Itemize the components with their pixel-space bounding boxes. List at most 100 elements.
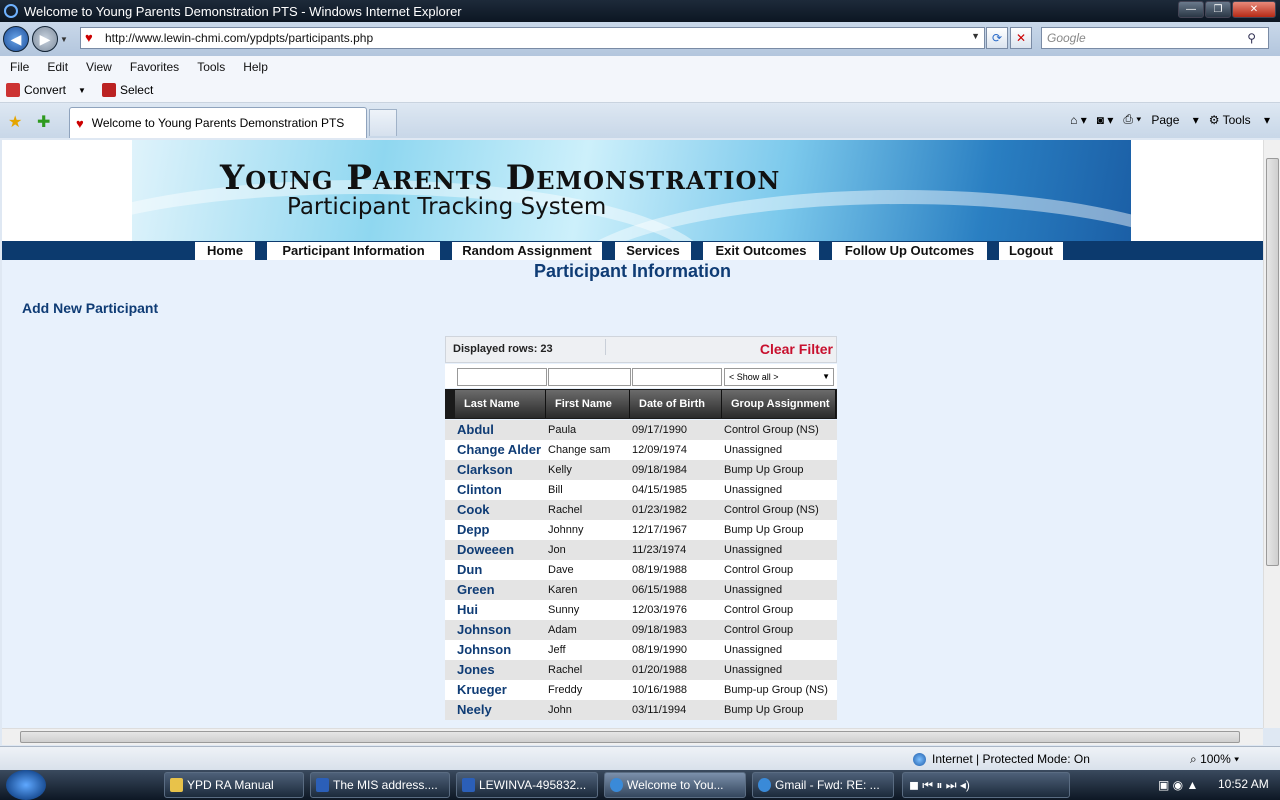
menu-tools[interactable]: Tools <box>187 60 233 74</box>
participant-last-name-link[interactable]: Johnson <box>457 620 511 640</box>
convert-dropdown-icon[interactable]: ▼ <box>78 86 86 95</box>
table-row[interactable]: Green Karen 06/15/1988 Unassigned <box>445 580 837 600</box>
participant-last-name-link[interactable]: Abdul <box>457 420 494 440</box>
participant-last-name-link[interactable]: Johnson <box>457 640 511 660</box>
taskbar-item-lewinva[interactable]: LEWINVA-495832... <box>456 772 598 798</box>
participant-group: Control Group (NS) <box>724 504 819 516</box>
participant-group: Bump Up Group <box>724 704 804 716</box>
media-player-controls[interactable]: ◼ ⏮ ⏸ ⏭ ◂) <box>902 772 1070 798</box>
table-row[interactable]: Krueger Freddy 10/16/1988 Bump-up Group (NS… <box>445 680 837 700</box>
participant-last-name-link[interactable]: Doweeen <box>457 540 514 560</box>
dob-filter[interactable] <box>632 368 722 386</box>
home-icon[interactable]: ⌂ ▾ <box>1070 113 1087 127</box>
participant-first-name: Paula <box>548 424 577 436</box>
horizontal-scroll-thumb[interactable] <box>20 731 1240 743</box>
table-row[interactable]: Abdul Paula 09/17/1990 Control Group (NS) <box>445 420 837 440</box>
convert-button[interactable]: Convert ▼ <box>6 83 86 97</box>
column-header-group-assignment[interactable]: Group Assignment <box>722 390 836 418</box>
tab-active[interactable]: ♥ Welcome to Young Parents Demonstration… <box>69 107 367 138</box>
vertical-scrollbar[interactable] <box>1263 140 1280 728</box>
maximize-button[interactable]: ❐ <box>1205 1 1231 18</box>
tab-title: Welcome to Young Parents Demonstration P… <box>91 116 345 130</box>
back-button[interactable]: ◀ <box>3 26 29 52</box>
table-row[interactable]: Dun Dave 08/19/1988 Control Group <box>445 560 837 580</box>
table-row[interactable]: Clarkson Kelly 09/18/1984 Bump Up Group <box>445 460 837 480</box>
vertical-scroll-thumb[interactable] <box>1266 158 1279 566</box>
minimize-button[interactable]: — <box>1178 1 1204 18</box>
history-dropdown-icon[interactable]: ▼ <box>58 35 70 44</box>
participant-last-name-link[interactable]: Jones <box>457 660 495 680</box>
nav-home[interactable]: Home <box>195 242 255 260</box>
menu-help[interactable]: Help <box>233 60 276 74</box>
start-button[interactable] <box>6 770 46 800</box>
column-header-first-name[interactable]: First Name <box>546 390 630 418</box>
new-tab-button[interactable] <box>369 109 397 136</box>
participant-last-name-link[interactable]: Dun <box>457 560 482 580</box>
participant-group: Control Group <box>724 604 794 616</box>
table-row[interactable]: Hui Sunny 12/03/1976 Control Group <box>445 600 837 620</box>
last-name-filter[interactable] <box>457 368 547 386</box>
menu-edit[interactable]: Edit <box>37 60 76 74</box>
nav-follow-up-outcomes[interactable]: Follow Up Outcomes <box>832 242 987 260</box>
search-input[interactable]: Google ⚲ <box>1041 27 1269 49</box>
add-new-participant-link[interactable]: Add New Participant <box>22 300 158 316</box>
table-row[interactable]: Change Alder Change sam 12/09/1974 Unassign… <box>445 440 837 460</box>
nav-participant-information[interactable]: Participant Information <box>267 242 440 260</box>
print-icon[interactable]: ⎙ ▾ <box>1123 112 1141 127</box>
taskbar-item-gmail[interactable]: Gmail - Fwd: RE: ... <box>752 772 894 798</box>
clear-filter-link[interactable]: Clear Filter <box>760 341 833 357</box>
first-name-filter[interactable] <box>548 368 631 386</box>
table-row[interactable]: Depp Johnny 12/17/1967 Bump Up Group <box>445 520 837 540</box>
nav-random-assignment[interactable]: Random Assignment <box>452 242 602 260</box>
taskbar-item-mis-address[interactable]: The MIS address.... <box>310 772 450 798</box>
address-field[interactable]: ♥ http://www.lewin-chmi.com/ypdpts/parti… <box>80 27 985 49</box>
page-menu[interactable]: Page ▾ <box>1151 113 1198 127</box>
participant-last-name-link[interactable]: Green <box>457 580 495 600</box>
column-header-date-of-birth[interactable]: Date of Birth <box>630 390 722 418</box>
security-zone[interactable]: Internet | Protected Mode: On <box>913 752 1090 766</box>
participant-last-name-link[interactable]: Krueger <box>457 680 507 700</box>
menu-favorites[interactable]: Favorites <box>120 60 187 74</box>
banner-area: Young Parents Demonstration Participant … <box>2 140 1263 241</box>
menu-file[interactable]: File <box>0 60 37 74</box>
tools-menu[interactable]: ⚙ Tools ▾ <box>1209 113 1270 127</box>
group-filter-select[interactable]: < Show all > ▼ <box>724 368 834 386</box>
chevron-down-icon: ▼ <box>822 372 830 381</box>
refresh-button[interactable]: ⟳ <box>986 27 1008 49</box>
participant-last-name-link[interactable]: Change Alder <box>457 440 541 460</box>
table-row[interactable]: Johnson Jeff 08/19/1990 Unassigned <box>445 640 837 660</box>
close-button[interactable]: ✕ <box>1232 1 1276 18</box>
participant-last-name-link[interactable]: Hui <box>457 600 478 620</box>
table-row[interactable]: Clinton Bill 04/15/1985 Unassigned <box>445 480 837 500</box>
menu-view[interactable]: View <box>76 60 120 74</box>
table-row[interactable]: Neely John 03/11/1994 Bump Up Group <box>445 700 837 720</box>
taskbar-item-welcome-ie[interactable]: Welcome to You... <box>604 772 746 798</box>
participant-last-name-link[interactable]: Clinton <box>457 480 502 500</box>
participant-last-name-link[interactable]: Depp <box>457 520 490 540</box>
participant-first-name: Freddy <box>548 684 583 696</box>
search-icon[interactable]: ⚲ <box>1247 28 1256 48</box>
favorites-star-icon[interactable]: ★ <box>8 112 22 132</box>
add-favorites-icon[interactable]: ✚ <box>37 112 50 132</box>
participant-last-name-link[interactable]: Cook <box>457 500 490 520</box>
nav-exit-outcomes[interactable]: Exit Outcomes <box>703 242 819 260</box>
participant-last-name-link[interactable]: Clarkson <box>457 460 513 480</box>
table-row[interactable]: Johnson Adam 09/18/1983 Control Group <box>445 620 837 640</box>
feeds-icon[interactable]: ◙ ▾ <box>1097 113 1114 127</box>
zoom-level[interactable]: ⌕ 100% ▾ <box>1190 752 1239 767</box>
taskbar-item-ypd-ra-manual[interactable]: YPD RA Manual <box>164 772 304 798</box>
nav-logout[interactable]: Logout <box>999 242 1063 260</box>
column-header-last-name[interactable]: Last Name <box>455 390 546 418</box>
nav-services[interactable]: Services <box>615 242 691 260</box>
participant-last-name-link[interactable]: Neely <box>457 700 492 720</box>
horizontal-scrollbar[interactable] <box>2 728 1263 745</box>
stop-button[interactable]: ✕ <box>1010 27 1032 49</box>
table-row[interactable]: Cook Rachel 01/23/1982 Control Group (NS) <box>445 500 837 520</box>
participant-dob: 10/16/1988 <box>632 684 688 696</box>
select-button[interactable]: Select <box>101 83 153 97</box>
address-dropdown-icon[interactable]: ▼ <box>971 31 980 41</box>
forward-button[interactable]: ▶ <box>32 26 58 52</box>
table-row[interactable]: Jones Rachel 01/20/1988 Unassigned <box>445 660 837 680</box>
table-row[interactable]: Doweeen Jon 11/23/1974 Unassigned <box>445 540 837 560</box>
system-tray[interactable]: ▣ ◉ ▲ <box>1158 778 1198 792</box>
